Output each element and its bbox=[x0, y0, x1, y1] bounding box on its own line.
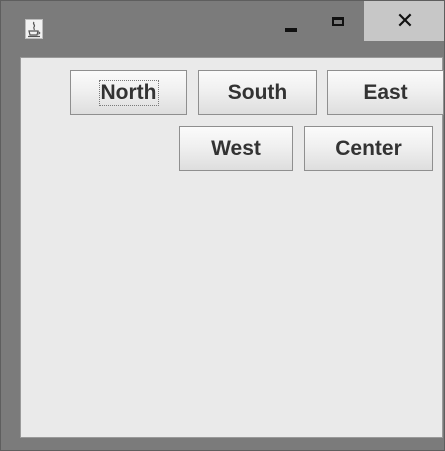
close-button[interactable]: ✕ bbox=[364, 1, 444, 41]
center-button[interactable]: Center bbox=[304, 126, 433, 171]
west-button[interactable]: West bbox=[179, 126, 293, 171]
south-button[interactable]: South bbox=[198, 70, 317, 115]
maximize-icon bbox=[332, 17, 344, 26]
west-button-label: West bbox=[211, 136, 261, 160]
minimize-button[interactable] bbox=[272, 1, 310, 41]
java-coffee-cup-icon[interactable] bbox=[25, 19, 43, 39]
content-pane: North South East West Center bbox=[20, 57, 444, 438]
south-button-label: South bbox=[227, 80, 288, 104]
app-window: ✕ North South East West Center bbox=[0, 0, 445, 451]
minimize-icon bbox=[285, 28, 297, 32]
center-button-label: Center bbox=[335, 136, 402, 160]
east-button[interactable]: East bbox=[327, 70, 444, 115]
title-bar[interactable]: ✕ bbox=[1, 1, 444, 49]
close-icon: ✕ bbox=[395, 9, 415, 34]
maximize-button[interactable] bbox=[314, 1, 362, 41]
east-button-label: East bbox=[363, 80, 408, 104]
north-button-label: North bbox=[98, 79, 159, 106]
north-button[interactable]: North bbox=[70, 70, 187, 115]
